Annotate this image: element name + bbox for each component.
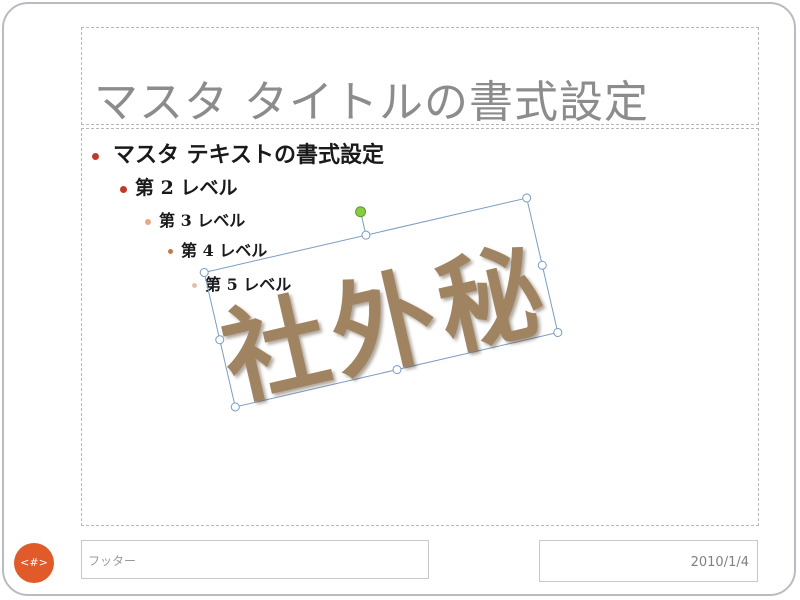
date-text: 2010/1/4 xyxy=(690,555,749,570)
title-placeholder[interactable]: マスタ タイトルの書式設定 xyxy=(81,27,759,128)
slide-number-badge[interactable]: <#> xyxy=(14,543,54,583)
master-title-text[interactable]: マスタ タイトルの書式設定 xyxy=(94,66,649,130)
text-level-3-label: 第 3 レベル xyxy=(159,211,246,230)
bullet-icon xyxy=(145,218,151,225)
text-level-1-label: マスタ テキストの書式設定 xyxy=(113,143,385,168)
text-level-4-label: 第 4 レベル xyxy=(181,241,268,260)
text-level-2-label: 第 2 レベル xyxy=(135,177,238,199)
bullet-icon xyxy=(92,152,99,160)
text-level-2[interactable]: 第 2 レベル xyxy=(120,173,237,200)
date-placeholder[interactable]: 2010/1/4 xyxy=(539,540,758,582)
bullet-icon xyxy=(168,249,173,254)
text-level-4[interactable]: 第 4 レベル xyxy=(168,237,267,261)
bullet-icon xyxy=(120,185,127,193)
footer-text: フッター xyxy=(88,554,137,568)
footer-placeholder[interactable]: フッター xyxy=(81,540,429,579)
text-level-1[interactable]: マスタ テキストの書式設定 xyxy=(92,137,384,169)
bullet-icon xyxy=(192,283,197,288)
text-level-3[interactable]: 第 3 レベル xyxy=(145,207,245,231)
